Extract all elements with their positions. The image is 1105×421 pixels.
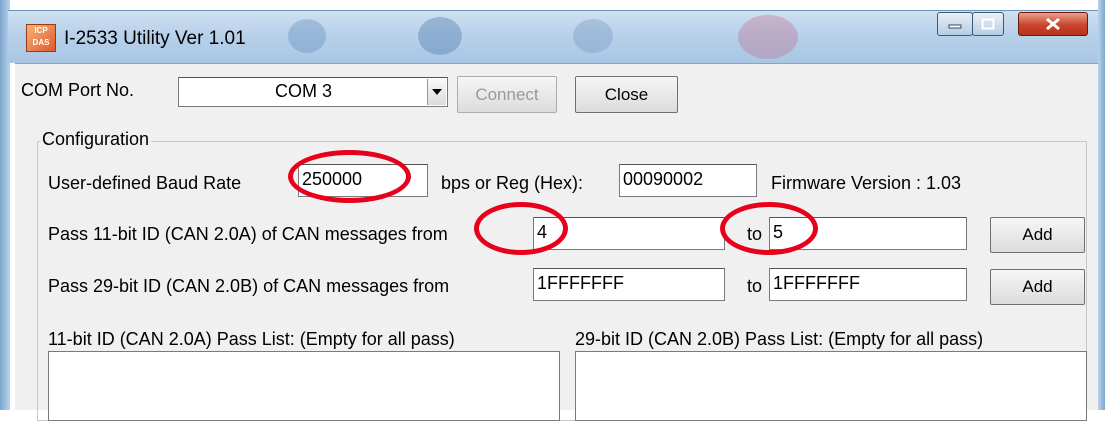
pass-29bit-to-label: to <box>747 276 763 296</box>
minimize-icon <box>948 24 962 29</box>
com-port-value: COM 3 <box>275 81 333 101</box>
list-29bit-label: 29-bit ID (CAN 2.0B) Pass List: (Empty f… <box>575 329 984 349</box>
window-title: I-2533 Utility Ver 1.01 <box>64 28 246 49</box>
list-11bit-label: 11-bit ID (CAN 2.0A) Pass List: (Empty f… <box>48 329 455 349</box>
list-11bit-pass-list[interactable] <box>48 351 560 421</box>
baud-rate-label: User-defined Baud Rate <box>48 173 242 193</box>
close-window-button[interactable] <box>1018 12 1088 36</box>
com-port-select[interactable]: COM 3 <box>178 77 448 107</box>
highlight-circle-from <box>474 202 568 255</box>
firmware-version: Firmware Version : 1.03 <box>771 173 962 193</box>
dropdown-arrow-button[interactable] <box>427 79 446 105</box>
configuration-caption: Configuration <box>40 129 152 150</box>
add-29bit-button[interactable]: Add <box>990 269 1085 305</box>
highlight-circle-baud-rate <box>288 150 411 203</box>
minimize-button[interactable] <box>937 12 973 36</box>
window-frame-right <box>1098 0 1105 410</box>
maximize-icon <box>981 18 995 30</box>
app-icon: ICP DAS <box>26 24 56 52</box>
maximize-button[interactable] <box>972 12 1004 36</box>
add-11bit-button[interactable]: Add <box>990 217 1085 253</box>
chevron-down-icon <box>432 89 442 95</box>
highlight-circle-to <box>720 202 818 255</box>
com-port-label: COM Port No. <box>21 80 135 100</box>
close-icon <box>1046 17 1060 31</box>
pass-29bit-label: Pass 29-bit ID (CAN 2.0B) of CAN message… <box>48 276 450 296</box>
connect-button[interactable]: Connect <box>457 76 557 113</box>
pass-29bit-to-input[interactable]: 1FFFFFFF <box>769 268 967 301</box>
list-29bit-pass-list[interactable] <box>575 351 1087 421</box>
reg-hex-input[interactable]: 00090002 <box>619 164 757 197</box>
reg-hex-label: bps or Reg (Hex): <box>441 173 584 193</box>
pass-11bit-label: Pass 11-bit ID (CAN 2.0A) of CAN message… <box>48 224 448 244</box>
pass-29bit-from-input[interactable]: 1FFFFFFF <box>533 268 725 301</box>
close-button[interactable]: Close <box>575 76 678 113</box>
app-icon-text: ICP DAS <box>32 26 50 47</box>
